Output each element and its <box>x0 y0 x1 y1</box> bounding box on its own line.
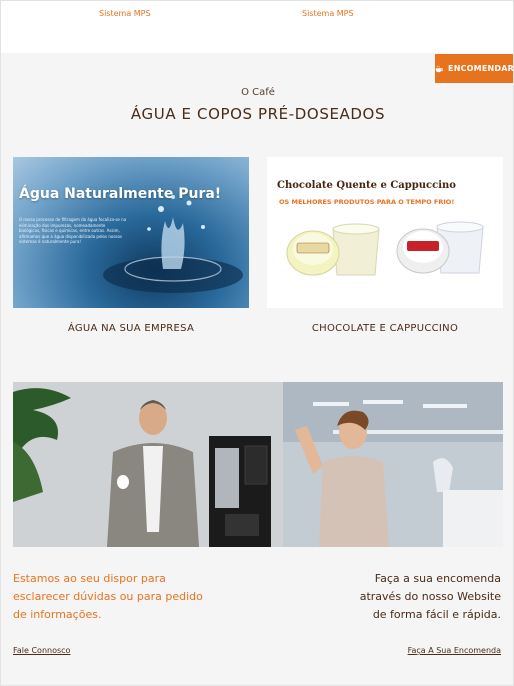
cups-graphic <box>286 221 484 276</box>
top-bar: Sistema MPS Sistema MPS <box>1 1 513 53</box>
order-link[interactable]: Faça A Sua Encomenda <box>408 646 501 655</box>
order-button[interactable]: ENCOMENDAR <box>435 54 514 83</box>
office-scene-graphic <box>13 382 503 547</box>
water-image-text: O nosso processo de filtragem da água fo… <box>19 217 127 244</box>
water-caption[interactable]: ÁGUA NA SUA EMPRESA <box>13 323 249 334</box>
contact-link[interactable]: Fale Connosco <box>13 646 70 655</box>
chocolate-caption[interactable]: CHOCOLATE E CAPPUCCINO <box>267 323 503 334</box>
section-title: ÁGUA E COPOS PRÉ-DOSEADOS <box>130 105 386 123</box>
sistema-mps-link-2[interactable]: Sistema MPS <box>302 9 354 18</box>
order-text: Faça a sua encomenda através do nosso We… <box>359 572 501 621</box>
office-banner-image <box>13 382 503 547</box>
cup-icon <box>435 65 444 72</box>
order-button-label: ENCOMENDAR <box>448 64 514 73</box>
water-image[interactable]: Água Naturalmente Pura! O nosso processo… <box>13 157 249 308</box>
contact-text: Estamos ao seu dispor para esclarecer dú… <box>13 572 203 621</box>
water-image-headline: Água Naturalmente Pura! <box>19 186 222 202</box>
section-eyebrow: O Café <box>241 87 275 98</box>
sistema-mps-link-1[interactable]: Sistema MPS <box>99 9 151 18</box>
page: Sistema MPS Sistema MPS ENCOMENDAR O Caf… <box>0 0 514 686</box>
chocolate-image[interactable]: Chocolate Quente e Cappuccino OS MELHORE… <box>267 157 503 308</box>
